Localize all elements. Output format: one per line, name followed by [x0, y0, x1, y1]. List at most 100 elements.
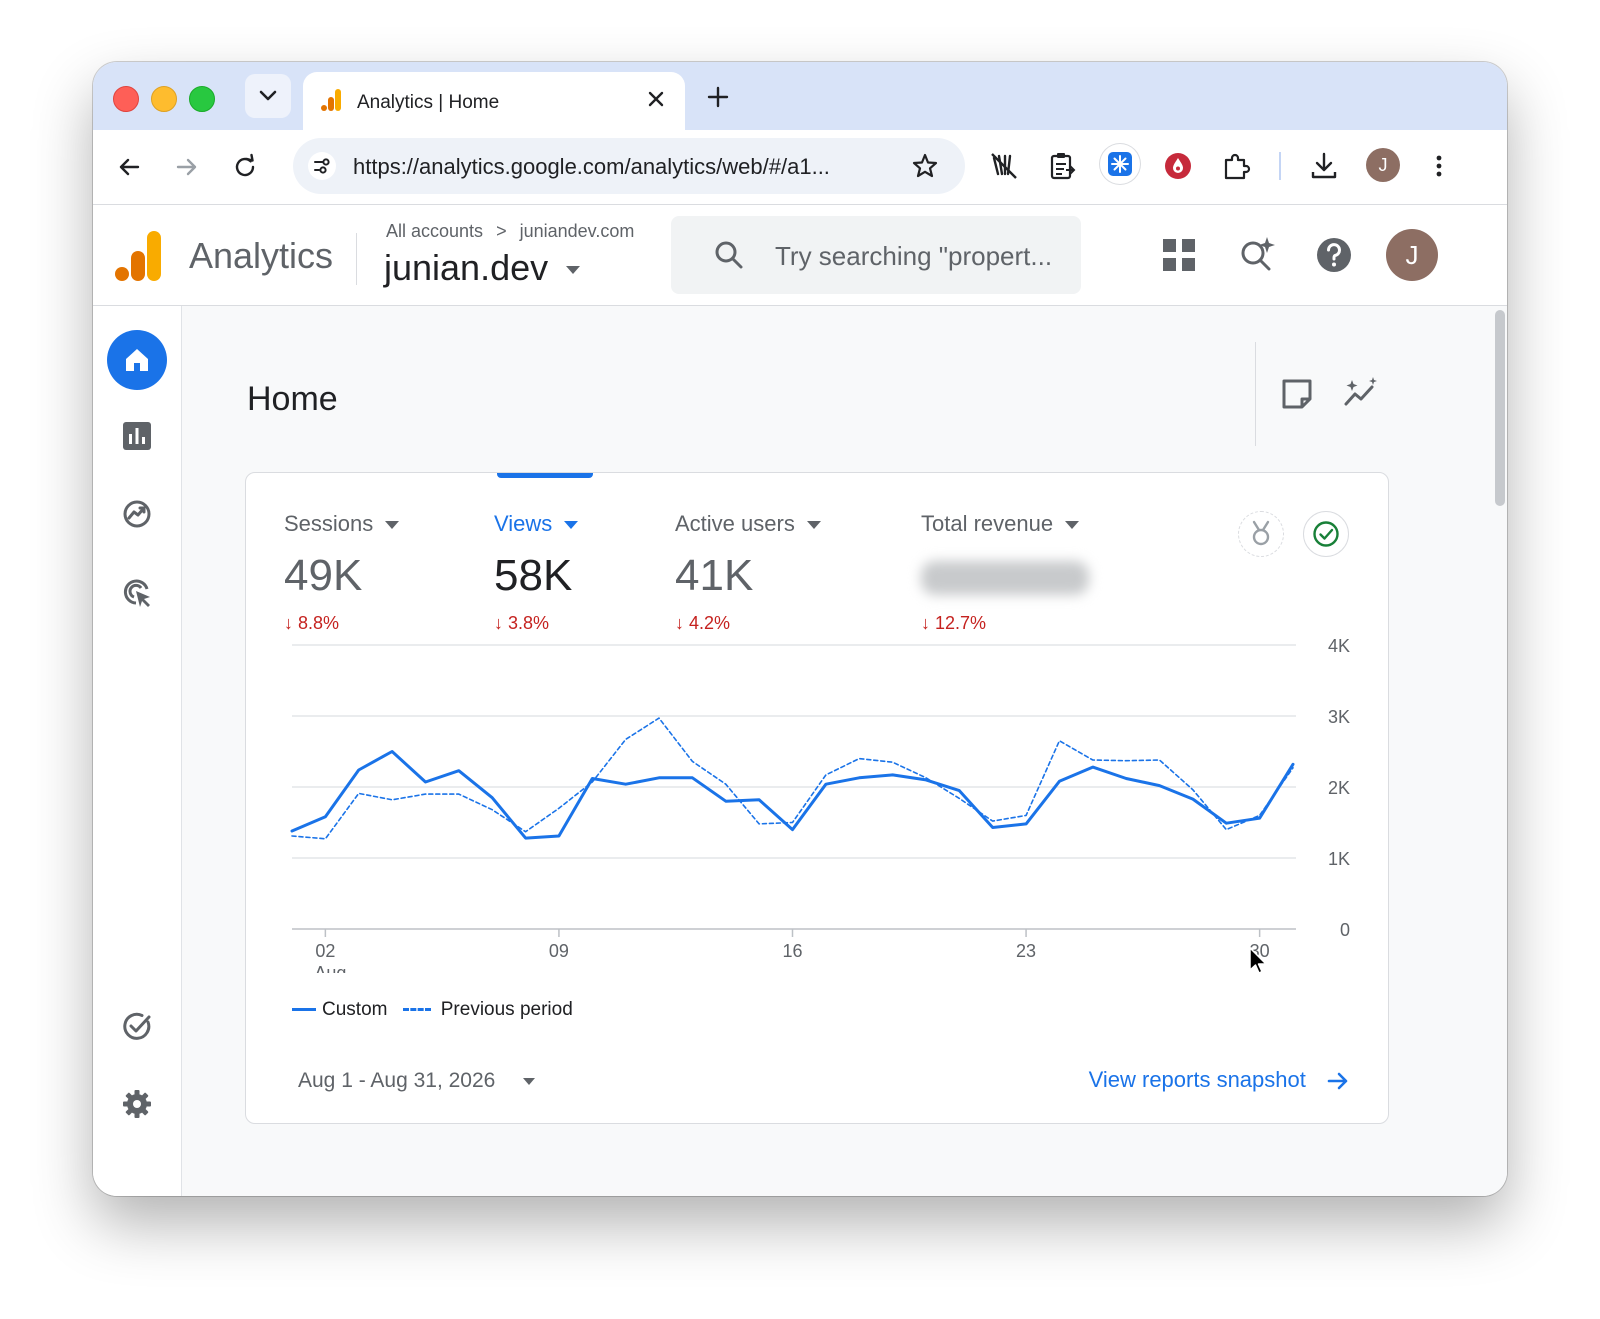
property-dropdown-icon [566, 266, 581, 275]
dropdown-caret-icon [385, 521, 400, 530]
tab-strip: Analytics | Home [93, 62, 1507, 130]
arrow-down-icon: ↓ [494, 613, 503, 633]
metric-change: ↓ 12.7% [921, 613, 987, 633]
dropdown-caret-icon [806, 521, 821, 530]
metric-change: ↓ 4.2% [675, 613, 731, 633]
metric-label[interactable]: Total revenue [921, 511, 1089, 537]
y-tick-label: 4K [1328, 636, 1350, 656]
nav-home[interactable] [107, 330, 167, 390]
close-icon[interactable] [643, 86, 669, 112]
metric-label[interactable]: Active users [675, 511, 821, 537]
more-menu-icon[interactable] [1423, 150, 1455, 182]
metric-active-users[interactable]: Active users 41K ↓ 4.2% [675, 511, 821, 634]
x-tick-sublabel: Aug [314, 963, 346, 973]
account-avatar[interactable]: J [1386, 229, 1438, 281]
property-name: junian.dev [384, 247, 549, 288]
analytics-favicon-icon [321, 89, 341, 111]
clipboard-extension-icon[interactable] [1046, 150, 1078, 182]
main-content: Home Sessions 49K ↓ 8.8% Views 58K ↓ 3.8… [182, 306, 1507, 1196]
view-reports-snapshot-link[interactable]: View reports snapshot [1089, 1067, 1350, 1093]
legend-solid-line [292, 1008, 316, 1012]
insights-sparkle-icon[interactable] [1343, 376, 1379, 412]
close-window-button[interactable] [113, 86, 139, 112]
arrow-down-icon: ↓ [284, 613, 293, 633]
toolbar-divider [1279, 152, 1281, 180]
breadcrumb[interactable]: All accounts > juniandev.com [386, 221, 634, 242]
metric-value: 41K [675, 551, 754, 600]
gear-icon [123, 1090, 151, 1118]
mouse-cursor-icon [1249, 947, 1267, 974]
dropdown-caret-icon [564, 521, 579, 530]
snowflake-extension-icon [1108, 152, 1132, 176]
metric-total-revenue[interactable]: Total revenue ↓ 12.7% [921, 511, 1089, 634]
metric-views[interactable]: Views 58K ↓ 3.8% [494, 511, 579, 634]
notes-icon[interactable] [1279, 376, 1315, 412]
back-arrow-icon[interactable] [114, 152, 144, 182]
site-info-icon[interactable] [307, 151, 337, 181]
downloads-icon[interactable] [1308, 150, 1340, 182]
metric-label[interactable]: Views [494, 511, 579, 537]
views-line-chart[interactable]: 01K2K3K4K02Aug09 16 23 30 [246, 633, 1388, 973]
breadcrumb-separator: > [496, 221, 507, 241]
analytics-header: Analytics All accounts > juniandev.com j… [93, 205, 1507, 306]
nav-admin-checklist[interactable] [107, 996, 167, 1056]
metric-value: 49K [284, 551, 363, 600]
search-bar[interactable]: Try searching "propert... [671, 216, 1081, 294]
reload-icon[interactable] [230, 152, 260, 182]
new-tab-icon[interactable] [703, 82, 733, 112]
date-range-selector[interactable]: Aug 1 - Aug 31, 2026 [298, 1069, 536, 1093]
apps-grid-icon[interactable] [1159, 235, 1199, 275]
tab-search-button[interactable] [245, 74, 291, 118]
browser-window: Analytics | Home https://analytics.googl… [93, 62, 1507, 1196]
forward-arrow-icon[interactable] [172, 152, 202, 182]
minimize-window-button[interactable] [151, 86, 177, 112]
legend-custom: Custom [322, 999, 388, 1020]
browser-tab[interactable]: Analytics | Home [303, 72, 685, 130]
redacted-revenue-value [921, 561, 1089, 595]
analytics-logo-icon[interactable] [115, 231, 163, 281]
browser-profile-avatar[interactable]: J [1366, 148, 1400, 182]
medal-icon [1252, 520, 1270, 546]
search-insights-sparkle-icon[interactable] [1237, 235, 1277, 275]
x-tick-label: 09 [549, 941, 569, 961]
series-line-custom[interactable] [290, 750, 1295, 840]
ad-blocker-extension-icon[interactable] [988, 150, 1020, 182]
legend-previous-period: Previous period [440, 999, 573, 1020]
snowflake-extension-button[interactable] [1100, 144, 1140, 184]
url-text: https://analytics.google.com/analytics/w… [353, 154, 830, 179]
explore-trend-icon [123, 500, 151, 528]
x-tick-label: 23 [1016, 941, 1036, 961]
breadcrumb-property[interactable]: juniandev.com [520, 221, 635, 241]
arrow-down-icon: ↓ [675, 613, 684, 633]
breadcrumb-account[interactable]: All accounts [386, 221, 483, 241]
series-line-previous-period[interactable] [291, 717, 1294, 840]
achievement-badge-button[interactable] [1238, 511, 1284, 557]
overview-card: Sessions 49K ↓ 8.8% Views 58K ↓ 3.8% Act… [245, 472, 1389, 1124]
nav-admin-settings[interactable] [107, 1074, 167, 1134]
metric-value: 58K [494, 551, 573, 600]
y-tick-label: 0 [1340, 920, 1350, 940]
extensions-puzzle-icon[interactable] [1220, 150, 1252, 182]
address-bar[interactable]: https://analytics.google.com/analytics/w… [293, 138, 965, 194]
property-selector[interactable]: junian.dev [384, 247, 581, 289]
drop-extension-icon[interactable] [1162, 150, 1194, 182]
metric-sessions[interactable]: Sessions 49K ↓ 8.8% [284, 511, 400, 634]
home-icon [126, 349, 148, 371]
nav-reports[interactable] [107, 406, 167, 466]
dropdown-caret-icon [1065, 521, 1080, 530]
header-divider [356, 233, 357, 285]
maximize-window-button[interactable] [189, 86, 215, 112]
nav-advertising[interactable] [107, 562, 167, 622]
check-circle-icon [123, 1012, 151, 1040]
bookmark-star-icon[interactable] [911, 152, 939, 180]
vertical-scrollbar[interactable] [1495, 310, 1505, 506]
x-tick-label: 16 [782, 941, 802, 961]
bar-chart-icon [123, 422, 151, 450]
help-icon[interactable] [1314, 235, 1354, 275]
arrow-down-icon: ↓ [921, 613, 930, 633]
nav-explore[interactable] [107, 484, 167, 544]
data-quality-button[interactable] [1303, 511, 1349, 557]
selected-metric-indicator [497, 473, 593, 478]
metric-label[interactable]: Sessions [284, 511, 400, 537]
search-icon [715, 241, 743, 269]
